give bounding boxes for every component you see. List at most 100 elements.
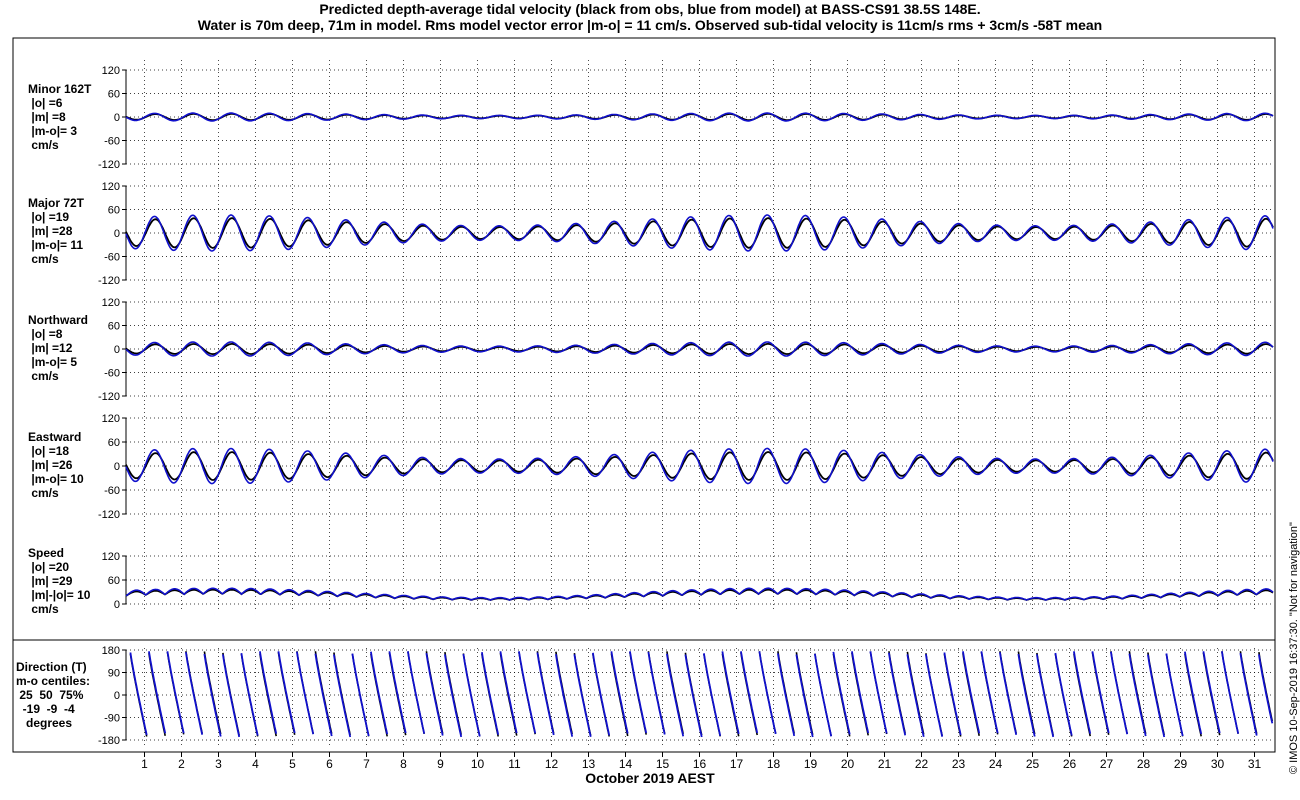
x-tick-label: 5	[289, 757, 296, 771]
panel-label-line: |m|-|o|= 10	[28, 588, 91, 602]
panel-label-minor: Minor 162T |o| =6 |m| =8 |m-o|= 3 cm/s	[28, 82, 91, 152]
x-tick-label: 26	[1063, 757, 1077, 771]
series-model-east	[125, 447, 1274, 485]
y-tick-label: 0	[114, 112, 120, 124]
y-tick-label: -120	[98, 159, 120, 171]
x-tick-label: 29	[1174, 757, 1188, 771]
x-axis-label: October 2019 AEST	[585, 770, 715, 786]
x-tick-label: 11	[508, 757, 521, 771]
panel-label-line: cm/s	[28, 138, 59, 152]
credit-text: © IMOS 10-Sep-2019 16:37:30. "Not for na…	[1288, 522, 1300, 774]
panel-label-line: |m-o|= 10	[28, 472, 84, 486]
x-tick-label: 2	[178, 757, 185, 771]
y-tick-label: -120	[98, 275, 120, 287]
x-tick-label: 24	[989, 757, 1003, 771]
panel-label-line: |o| =18	[28, 444, 70, 458]
y-tick-label: 120	[102, 551, 120, 563]
x-tick-label: 3	[215, 757, 222, 771]
x-tick-label: 27	[1100, 757, 1114, 771]
y-tick-label: -60	[104, 136, 120, 148]
series-model-minor	[125, 112, 1274, 122]
y-tick-label: 0	[114, 228, 120, 240]
y-tick-label: 0	[114, 599, 120, 611]
panel-label-line: cm/s	[28, 369, 59, 383]
x-tick-label: 9	[437, 757, 444, 771]
panel-label-line: -19 -9 -4	[16, 702, 75, 716]
x-tick-label: 31	[1248, 757, 1262, 771]
x-tick-label: 12	[545, 757, 559, 771]
x-tick-label: 8	[400, 757, 407, 771]
x-tick-label: 10	[471, 757, 485, 771]
y-tick-label: 60	[108, 575, 120, 587]
panel-label-line: |o| =8	[28, 327, 63, 341]
tidal-velocity-chart: 1 2 3 4 5 6 7 8 9 10 11 12 13 14 15 16 17 18 19 20 21 22 23 24 2…	[12, 37, 1276, 771]
panel-label-line: |o| =20	[28, 560, 70, 574]
y-tick-label: 120	[102, 65, 120, 77]
panel-label-line: cm/s	[28, 602, 59, 616]
panel-label-line: |m-o|= 3	[28, 124, 78, 138]
panel-label-line: |m| =8	[28, 110, 66, 124]
panel-label-line: |m| =12	[28, 341, 73, 355]
panel-label-line: |m| =26	[28, 458, 73, 472]
x-tick-label: 23	[952, 757, 966, 771]
x-tick-label: 17	[730, 757, 744, 771]
panel-label-line: |m| =28	[28, 224, 73, 238]
panel-label-line: Eastward	[28, 430, 82, 444]
y-tick-label: 0	[114, 344, 120, 356]
panel-label-line: Direction (T)	[16, 660, 87, 674]
y-tick-label: -120	[98, 391, 120, 403]
x-tick-label: 7	[363, 757, 370, 771]
panel-label-line: cm/s	[28, 486, 59, 500]
y-tick-label: -180	[98, 735, 120, 747]
x-tick-label: 19	[804, 757, 818, 771]
y-tick-label: 0	[114, 690, 120, 702]
x-tick-label: 15	[656, 757, 670, 771]
y-tick-label: 90	[108, 668, 120, 680]
x-tick-label: 22	[915, 757, 929, 771]
y-tick-label: 60	[108, 437, 120, 449]
panel-label-line: Northward	[28, 313, 88, 327]
x-tick-label: 13	[582, 757, 596, 771]
y-tick-label: -60	[104, 368, 120, 380]
y-tick-label: 120	[102, 297, 120, 309]
y-tick-label: 180	[102, 645, 120, 657]
x-tick-label: 14	[619, 757, 633, 771]
y-tick-label: -60	[104, 485, 120, 497]
y-tick-label: 120	[102, 181, 120, 193]
y-tick-label: 60	[108, 205, 120, 217]
x-tick-label: 16	[693, 757, 707, 771]
y-tick-label: -120	[98, 509, 120, 521]
x-tick-label: 4	[252, 757, 259, 771]
panel-label-major: Major 72T |o| =19 |m| =28 |m-o|= 11 cm/s	[28, 196, 84, 266]
y-tick-label: -60	[104, 252, 120, 264]
y-tick-label: 60	[108, 321, 120, 333]
panel-label-line: |m-o|= 5	[28, 355, 78, 369]
direction-frame	[12, 639, 1276, 753]
series-model-direction	[129, 651, 1274, 738]
upper-frame	[12, 37, 1276, 641]
panel-label-direction: Direction (T) m-o centiles: 25 50 75% -19…	[16, 660, 90, 730]
panel-label-east: Eastward |o| =18 |m| =26 |m-o|= 10 cm/s	[28, 430, 84, 500]
x-tick-label: 25	[1026, 757, 1040, 771]
panel-label-line: Major 72T	[28, 196, 85, 210]
panel-label-speed: Speed |o| =20 |m| =29 |m|-|o|= 10 cm/s	[28, 546, 90, 616]
x-tick-label: 28	[1137, 757, 1151, 771]
panel-label-line: |o| =6	[28, 96, 63, 110]
x-tick-label: 18	[767, 757, 781, 771]
y-tick-label: -90	[104, 713, 120, 725]
panel-label-line: |o| =19	[28, 210, 70, 224]
panel-label-line: Speed	[28, 546, 65, 560]
panel-label-line: Minor 162T	[28, 82, 92, 96]
x-tick-label: 21	[878, 757, 892, 771]
x-tick-label: 6	[326, 757, 333, 771]
series-model-speed	[125, 587, 1274, 601]
x-tick-label: 1	[141, 757, 148, 771]
x-tick-label: 30	[1211, 757, 1225, 771]
x-tick-label: 20	[841, 757, 855, 771]
panel-label-line: 25 50 75%	[16, 688, 84, 702]
panel-label-line: degrees	[16, 716, 73, 730]
y-tick-label: 60	[108, 89, 120, 101]
panel-label-line: |m-o|= 11	[28, 238, 84, 252]
panel-label-line: m-o centiles:	[16, 674, 91, 688]
panel-label-line: cm/s	[28, 252, 59, 266]
